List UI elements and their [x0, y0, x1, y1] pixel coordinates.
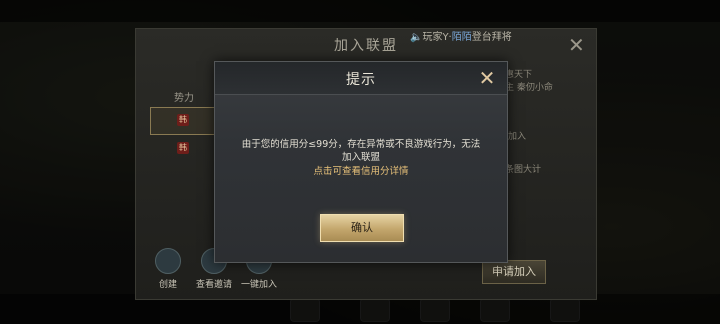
alliance-close-icon[interactable]: ✕ — [568, 33, 585, 57]
create-label: 创建 — [158, 280, 177, 290]
side-info-text: 条图大计 — [505, 165, 542, 175]
notice-prefix: 🔈玩家Y· — [410, 32, 452, 43]
confirm-button[interactable]: 确认 — [320, 214, 404, 242]
prompt-dialog: 提示 ✕ 由于您的信用分≤99分，存在异常或不良游戏行为，无法加入联盟 点击可查… — [214, 61, 508, 263]
apply-join-button[interactable]: 申请加入 — [482, 260, 546, 284]
faction-column-header: 势力 — [174, 93, 194, 104]
dialog-title: 提示 — [346, 72, 376, 88]
side-info-text: 主 秦仞小命 — [505, 83, 553, 93]
faction-badge: 韩 — [177, 114, 189, 126]
faction-badge: 韩 — [177, 142, 189, 154]
create-alliance-button[interactable]: 创建 — [143, 248, 193, 290]
alliance-row-selected[interactable]: 韩 — [150, 107, 222, 135]
dialog-close-icon[interactable]: ✕ — [477, 68, 497, 88]
alliance-panel-title: 加入联盟 — [334, 38, 398, 54]
credit-score-message: 由于您的信用分≤99分，存在异常或不良游戏行为，无法加入联盟 — [241, 139, 481, 163]
notice-suffix: 登台拜将 — [471, 32, 512, 43]
notice-player-name: 陌陌 — [451, 32, 472, 43]
credit-details-link[interactable]: 点击可查看信用分详情 — [237, 163, 485, 177]
view-invites-label: 查看邀请 — [195, 280, 232, 290]
broadcast-notice: 🔈玩家Y·陌陌登台拜将 — [410, 28, 512, 43]
side-info-text: 加入 — [508, 132, 527, 142]
quick-join-label: 一键加入 — [240, 280, 277, 290]
side-info-text: 惠天下 — [505, 70, 533, 80]
create-icon — [155, 248, 181, 274]
